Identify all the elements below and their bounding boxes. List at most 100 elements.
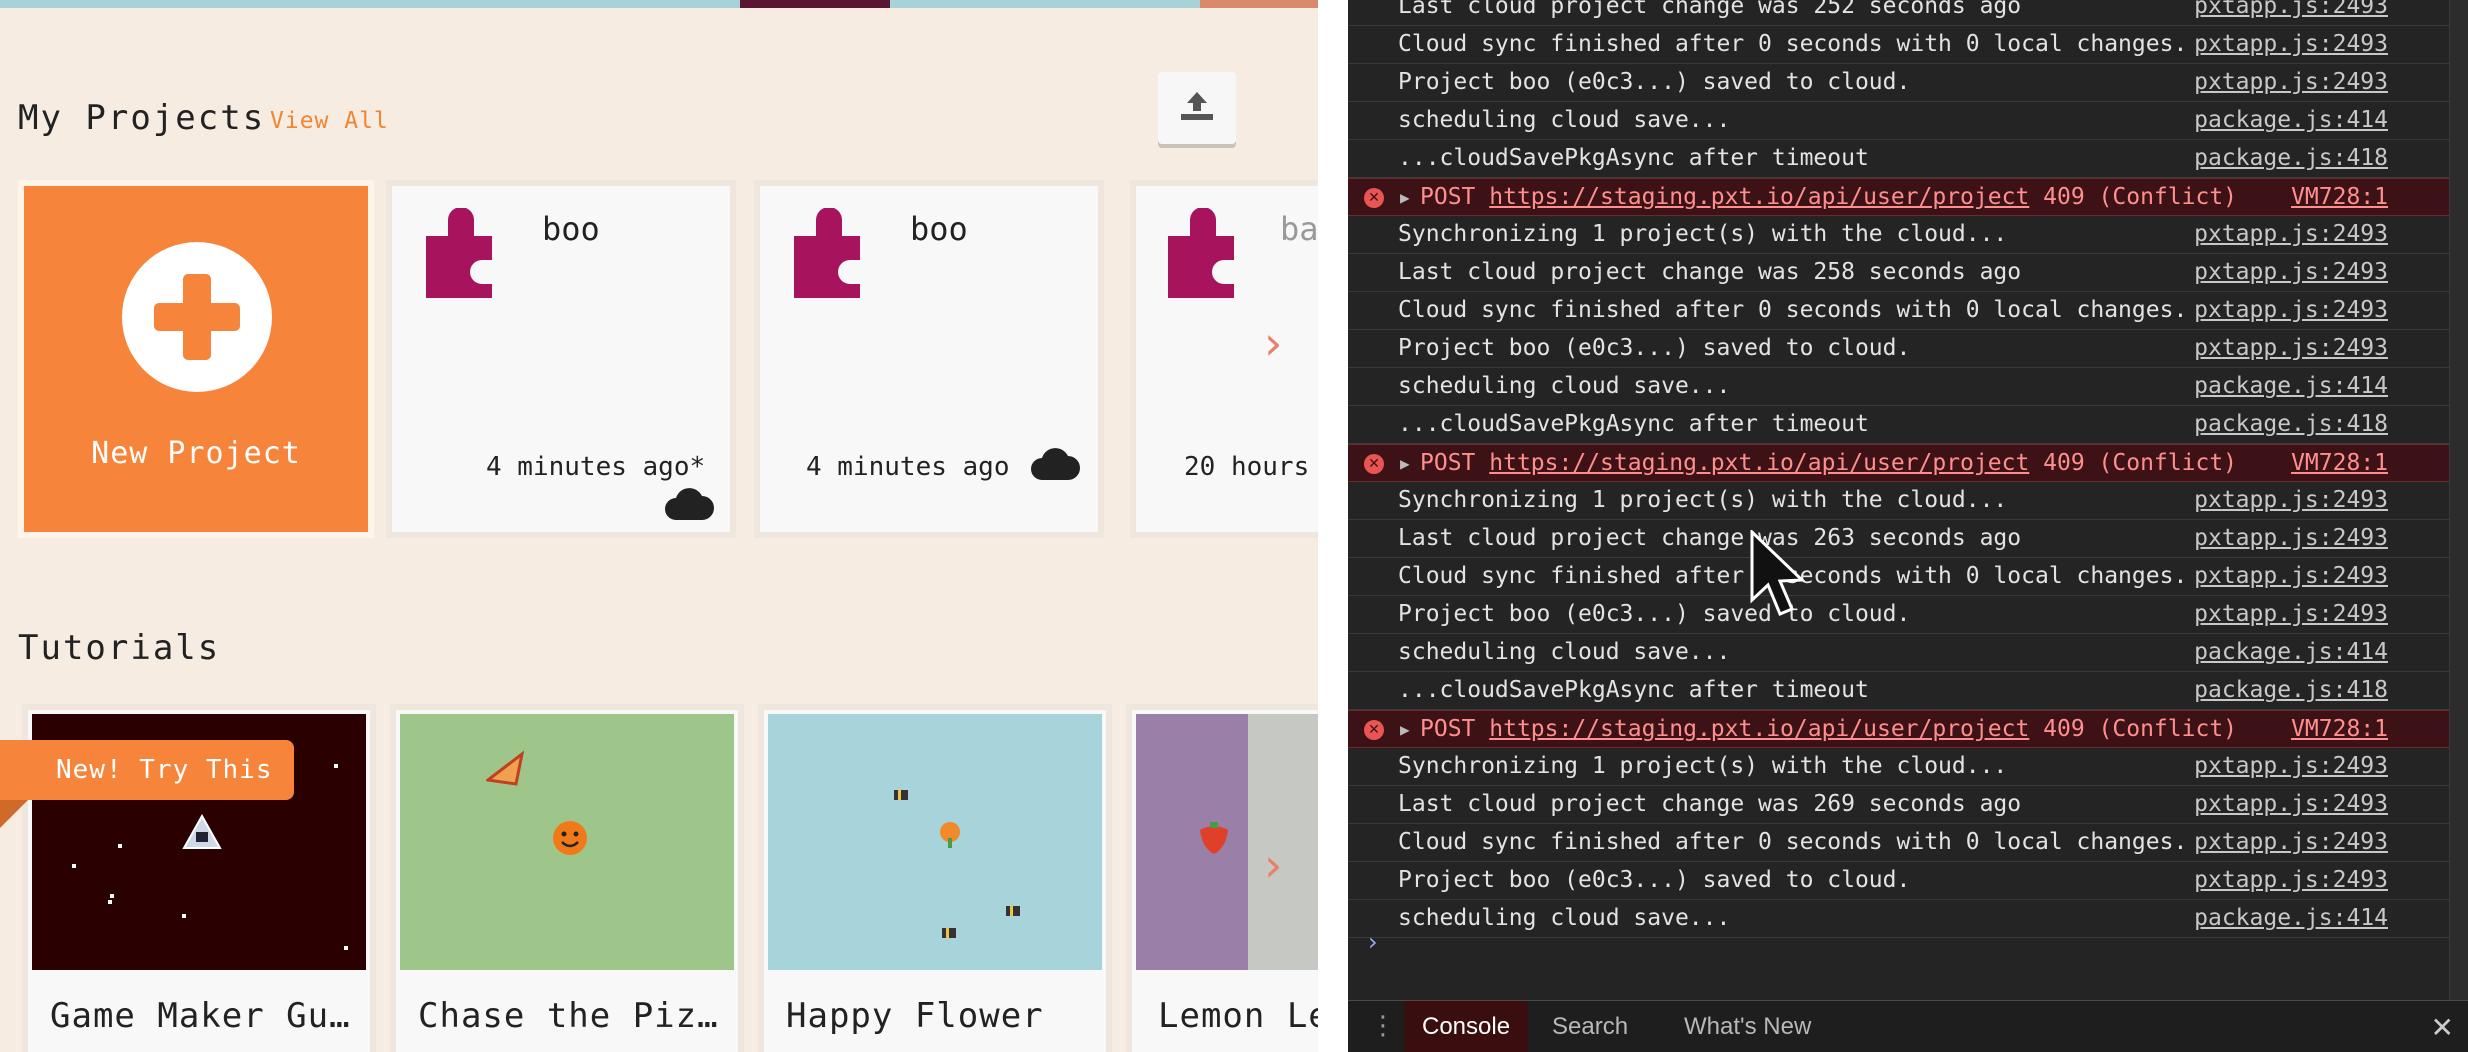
- expand-triangle-icon[interactable]: ▶: [1400, 445, 1410, 482]
- project-card[interactable]: boo 4 minutes ago*: [386, 180, 736, 538]
- flower-icon: [940, 822, 960, 848]
- console-prompt[interactable]: ›: [1368, 928, 1378, 956]
- request-url-link[interactable]: https://staging.pxt.io/api/user/project: [1489, 184, 2029, 210]
- request-url-link[interactable]: https://staging.pxt.io/api/user/project: [1489, 716, 2029, 742]
- console-log-row: Cloud sync finished after 0 seconds with…: [1348, 824, 2468, 862]
- source-link[interactable]: package.js:414: [2194, 634, 2388, 671]
- source-link[interactable]: pxtapp.js:2493: [2194, 520, 2388, 557]
- bee-icon: [1006, 906, 1020, 916]
- console-log-row: Last cloud project change was 258 second…: [1348, 254, 2468, 292]
- console-message: Cloud sync finished after 0 seconds with…: [1398, 829, 2188, 855]
- projects-next-chevron-icon[interactable]: ›: [1264, 316, 1282, 370]
- new-project-card[interactable]: New Project: [18, 180, 374, 538]
- tutorial-card[interactable]: Lemon Le: [1126, 704, 1318, 1052]
- console-message: Synchronizing 1 project(s) with the clou…: [1398, 753, 2008, 779]
- tutorial-card[interactable]: Chase the Piz…: [390, 704, 744, 1052]
- close-icon[interactable]: ✕: [2431, 1011, 2454, 1044]
- cloud-icon: [665, 488, 714, 520]
- source-link[interactable]: pxtapp.js:2493: [2194, 482, 2388, 519]
- project-card[interactable]: ba 20 hours: [1130, 180, 1318, 538]
- source-link[interactable]: package.js:418: [2194, 672, 2388, 709]
- source-link[interactable]: pxtapp.js:2493: [2194, 824, 2388, 861]
- source-link[interactable]: pxtapp.js:2493: [2194, 26, 2388, 63]
- console-message: Cloud sync finished after 0 seconds with…: [1398, 297, 2188, 323]
- view-all-link[interactable]: View All: [270, 108, 389, 134]
- source-link[interactable]: VM728:1: [2291, 711, 2388, 748]
- puzzle-icon: [1168, 208, 1234, 298]
- source-link[interactable]: package.js:418: [2194, 140, 2388, 177]
- source-link[interactable]: pxtapp.js:2493: [2194, 786, 2388, 823]
- source-link[interactable]: VM728:1: [2291, 445, 2388, 482]
- console-message: Project boo (e0c3...) saved to cloud.: [1398, 69, 1911, 95]
- console-error-row[interactable]: ✕ ▶ POST https://staging.pxt.io/api/user/p…: [1348, 178, 2468, 216]
- console-log-row: Project boo (e0c3...) saved to cloud. pxt…: [1348, 862, 2468, 900]
- console-log-row: Cloud sync finished after 0 seconds with…: [1348, 26, 2468, 64]
- source-link[interactable]: pxtapp.js:2493: [2194, 254, 2388, 291]
- smiley-icon: [553, 821, 587, 855]
- request-url-link[interactable]: https://staging.pxt.io/api/user/project: [1489, 450, 2029, 476]
- tutorial-name: Chase the Piz…: [418, 996, 719, 1036]
- tab-whats-new[interactable]: What's New: [1666, 1001, 1829, 1052]
- source-link[interactable]: pxtapp.js:2493: [2194, 748, 2388, 785]
- console-error-row[interactable]: ✕ ▶ POST https://staging.pxt.io/api/user/p…: [1348, 710, 2468, 748]
- console-message: Last cloud project change was 263 second…: [1398, 525, 2022, 551]
- source-link[interactable]: pxtapp.js:2493: [2194, 862, 2388, 899]
- error-icon: ✕: [1364, 454, 1384, 474]
- new-project-label: New Project: [91, 436, 301, 471]
- project-card[interactable]: boo 4 minutes ago: [754, 180, 1104, 538]
- console-error-message: POST https://staging.pxt.io/api/user/pro…: [1420, 711, 2237, 748]
- tutorial-name: Happy Flower: [786, 996, 1044, 1036]
- expand-triangle-icon[interactable]: ▶: [1400, 179, 1410, 216]
- source-link[interactable]: pxtapp.js:2493: [2194, 330, 2388, 367]
- new-try-this-badge: New! Try This: [0, 740, 294, 800]
- console-log-row: ...cloudSavePkgAsync after timeout packag…: [1348, 672, 2468, 710]
- console-log-row: Last cloud project change was 252 second…: [1348, 0, 2468, 26]
- console-log-row: Cloud sync finished after 0 seconds with…: [1348, 558, 2468, 596]
- console-message: scheduling cloud save...: [1398, 639, 1731, 665]
- http-method: POST: [1420, 184, 1476, 210]
- source-link[interactable]: pxtapp.js:2493: [2194, 216, 2388, 253]
- top-banner: [0, 0, 1318, 8]
- console-error-row[interactable]: ✕ ▶ POST https://staging.pxt.io/api/user/p…: [1348, 444, 2468, 482]
- source-link[interactable]: pxtapp.js:2493: [2194, 558, 2388, 595]
- source-link[interactable]: pxtapp.js:2493: [2194, 292, 2388, 329]
- devtools-panel: Last cloud project change was 252 second…: [1348, 0, 2468, 1052]
- source-link[interactable]: package.js:414: [2194, 368, 2388, 405]
- tab-console[interactable]: Console: [1404, 1001, 1529, 1052]
- console-message: ...cloudSavePkgAsync after timeout: [1398, 145, 1869, 171]
- import-button[interactable]: [1158, 72, 1236, 144]
- console-log-row: scheduling cloud save... package.js:414: [1348, 102, 2468, 140]
- project-time: 4 minutes ago*: [486, 452, 706, 482]
- tab-search[interactable]: Search: [1534, 1001, 1646, 1052]
- tutorial-card[interactable]: Happy Flower: [758, 704, 1112, 1052]
- error-icon: ✕: [1364, 720, 1384, 740]
- console-log-row: Cloud sync finished after 0 seconds with…: [1348, 292, 2468, 330]
- http-method: POST: [1420, 450, 1476, 476]
- tutorial-thumbnail: [1136, 714, 1318, 970]
- console-message: scheduling cloud save...: [1398, 905, 1731, 931]
- console-log-row: Last cloud project change was 263 second…: [1348, 520, 2468, 558]
- source-link[interactable]: package.js:414: [2194, 900, 2388, 937]
- source-link[interactable]: pxtapp.js:2493: [2194, 64, 2388, 101]
- pizza-icon: [486, 750, 525, 786]
- project-time: 20 hours: [1184, 452, 1310, 482]
- tutorial-name: Lemon Le: [1158, 996, 1318, 1036]
- source-link[interactable]: package.js:414: [2194, 102, 2388, 139]
- source-link[interactable]: pxtapp.js:2493: [2194, 596, 2388, 633]
- console-log-row: Synchronizing 1 project(s) with the clou…: [1348, 482, 2468, 520]
- source-link[interactable]: VM728:1: [2291, 179, 2388, 216]
- puzzle-icon: [794, 208, 860, 298]
- console-message: Project boo (e0c3...) saved to cloud.: [1398, 601, 1911, 627]
- http-status: 409 (Conflict): [2043, 184, 2238, 210]
- tutorials-next-chevron-icon[interactable]: ›: [1264, 838, 1282, 892]
- expand-triangle-icon[interactable]: ▶: [1400, 711, 1410, 748]
- puzzle-icon: [426, 208, 492, 298]
- more-options-icon[interactable]: ⋮: [1370, 1013, 1396, 1039]
- console-scrollbar[interactable]: [2449, 0, 2468, 1000]
- project-name: ba: [1280, 210, 1318, 248]
- badge-ribbon-tail: [0, 800, 28, 828]
- source-link[interactable]: package.js:418: [2194, 406, 2388, 443]
- source-link[interactable]: pxtapp.js:2493: [2194, 0, 2388, 25]
- panel-divider[interactable]: [1318, 0, 1348, 1052]
- console-message: scheduling cloud save...: [1398, 107, 1731, 133]
